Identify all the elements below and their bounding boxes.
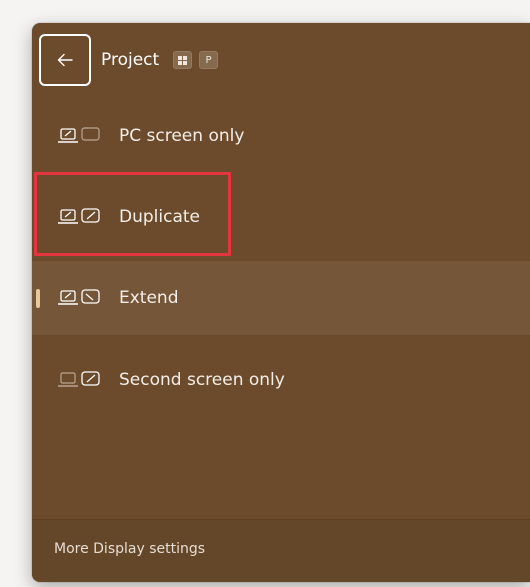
- p-key-badge: P: [199, 51, 218, 69]
- option-pc-screen-only[interactable]: PC screen only: [32, 99, 530, 173]
- windows-key-icon: [173, 51, 192, 69]
- page: Project P PC screen only Duplicate Exten…: [0, 0, 530, 587]
- option-label: Duplicate: [119, 207, 200, 227]
- flyout-header: Project P: [32, 23, 530, 99]
- second-screen-only-icon: [58, 371, 100, 387]
- flyout-footer: More Display settings: [32, 519, 530, 582]
- option-label: Second screen only: [119, 370, 285, 390]
- option-label: PC screen only: [119, 126, 245, 146]
- option-label: Extend: [119, 288, 179, 308]
- extend-icon: [58, 289, 100, 305]
- back-arrow-icon: [57, 53, 73, 67]
- flyout-title: Project: [101, 50, 160, 70]
- project-flyout: Project P PC screen only Duplicate Exten…: [32, 23, 530, 582]
- option-duplicate[interactable]: Duplicate: [32, 180, 530, 254]
- back-button[interactable]: [39, 34, 91, 86]
- option-extend[interactable]: Extend: [32, 261, 530, 335]
- more-display-settings-link[interactable]: More Display settings: [54, 541, 205, 557]
- option-second-screen-only[interactable]: Second screen only: [32, 343, 530, 417]
- duplicate-icon: [58, 208, 100, 224]
- selection-indicator: [36, 289, 40, 308]
- pc-screen-only-icon: [58, 127, 100, 143]
